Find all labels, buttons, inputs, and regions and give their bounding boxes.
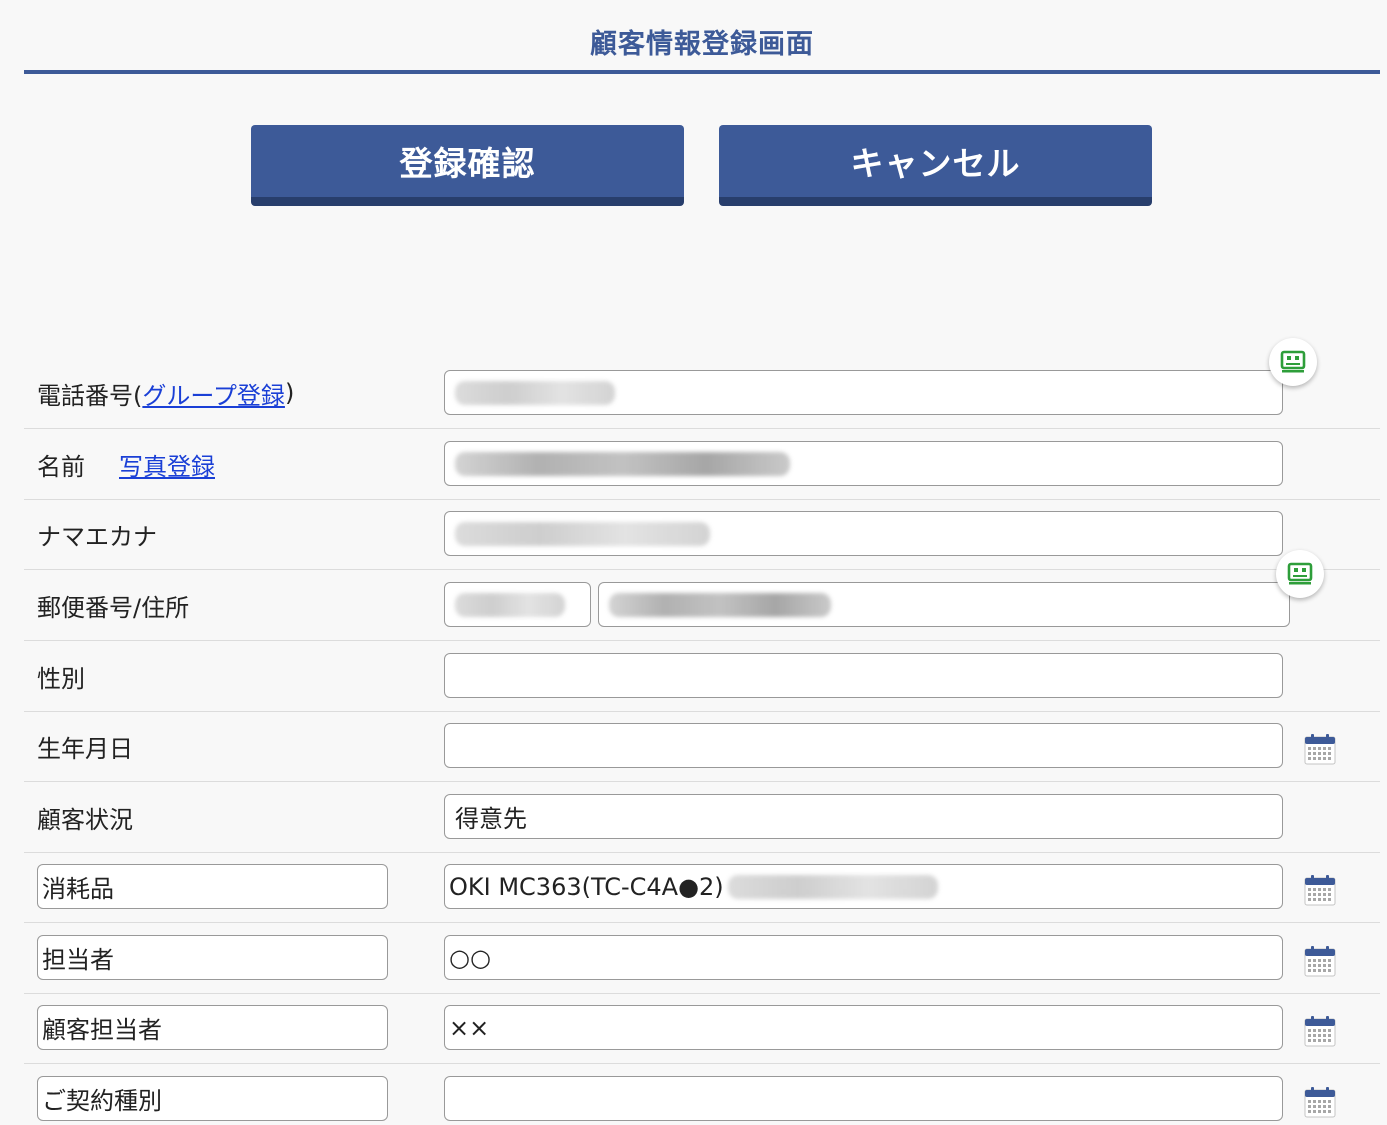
custom-field-value-input[interactable]: ×× [444,1005,1283,1050]
calendar-icon[interactable] [1304,874,1336,906]
birthday-input[interactable] [444,723,1283,768]
redacted-value [609,592,831,617]
redacted-value [455,380,615,405]
page-title: 顧客情報登録画面 [590,29,814,60]
customer-status-label: 顧客状況 [37,805,133,834]
title-divider [24,70,1380,74]
custom-field-row: 顧客担当者 ×× [24,993,1380,1064]
custom-field-value-input[interactable] [444,1076,1283,1121]
custom-field-label-input[interactable]: ご契約種別 [37,1076,388,1121]
calendar-icon[interactable] [1304,733,1336,765]
address-row: 郵便番号/住所 [24,570,1380,641]
group-register-link[interactable]: グループ登録 [142,376,285,411]
gender-row: 性別 [24,641,1380,712]
name-row: 名前 写真登録 [24,429,1380,500]
contact-card-icon[interactable] [1276,550,1324,598]
redacted-value [727,874,938,899]
custom-field-label-input[interactable]: 消耗品 [37,864,388,909]
redacted-value [455,451,790,476]
gender-label: 性別 [37,664,85,693]
kana-input[interactable] [444,511,1283,556]
custom-field-label-input[interactable]: 担当者 [37,935,388,980]
phone-input[interactable] [444,370,1283,415]
address-input[interactable] [598,582,1290,627]
customer-status-input[interactable]: 得意先 [444,794,1283,839]
confirm-registration-button[interactable]: 登録確認 [251,125,684,206]
custom-field-row: ご契約種別 [24,1064,1380,1125]
name-input[interactable] [444,441,1283,486]
custom-field-label-input[interactable]: 顧客担当者 [37,1005,388,1050]
address-label: 郵便番号/住所 [37,593,190,622]
birthday-row: 生年月日 [24,711,1380,782]
name-label: 名前 写真登録 [37,429,215,499]
redacted-value [455,521,710,546]
calendar-icon[interactable] [1304,1086,1336,1118]
phone-row: 電話番号(グループ登録) [24,358,1380,429]
custom-field-row: 消耗品 OKI MC363(TC-C4A●2) [24,852,1380,923]
kana-label: ナマエカナ [37,522,157,551]
calendar-icon[interactable] [1304,945,1336,977]
photo-register-link[interactable]: 写真登録 [119,447,215,482]
phone-label: 電話番号(グループ登録) [37,358,294,428]
customer-status-row: 顧客状況 得意先 [24,782,1380,853]
custom-field-value-input[interactable]: OKI MC363(TC-C4A●2) [444,864,1283,909]
birthday-label: 生年月日 [37,734,133,763]
custom-field-value-input[interactable]: ○○ [444,935,1283,980]
contact-card-icon[interactable] [1269,338,1317,386]
redacted-value [455,592,565,617]
postal-code-input[interactable] [444,582,591,627]
gender-input[interactable] [444,653,1283,698]
custom-field-row: 担当者 ○○ [24,923,1380,994]
cancel-button[interactable]: キャンセル [719,125,1152,206]
kana-row: ナマエカナ [24,499,1380,570]
calendar-icon[interactable] [1304,1015,1336,1047]
